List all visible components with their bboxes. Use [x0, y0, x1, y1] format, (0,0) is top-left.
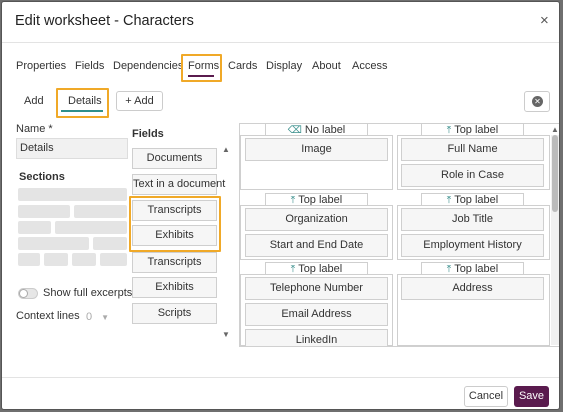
clear-button[interactable]: ✕: [524, 91, 550, 112]
form-field[interactable]: Full Name: [401, 138, 544, 161]
form-field[interactable]: Employment History: [401, 234, 544, 257]
add-form-button[interactable]: + Add: [116, 91, 163, 111]
tab-display[interactable]: Display: [266, 60, 302, 72]
details-subtab-highlight: [56, 88, 109, 118]
tab-about[interactable]: About: [312, 60, 341, 72]
context-lines-select[interactable]: 0 ▼: [82, 308, 114, 326]
form-field[interactable]: Address: [401, 277, 544, 300]
field-item[interactable]: Exhibits: [132, 277, 217, 298]
grid-scrollbar-thumb[interactable]: [552, 135, 558, 212]
chevron-down-icon: ▼: [101, 313, 110, 322]
grid-scroll-up-icon[interactable]: ▲: [551, 125, 559, 134]
tab-fields[interactable]: Fields: [75, 60, 104, 72]
field-item[interactable]: Transcripts: [132, 252, 217, 273]
save-button[interactable]: Save: [514, 386, 549, 407]
context-lines-label: Context lines: [16, 310, 80, 322]
tab-properties[interactable]: Properties: [16, 60, 66, 72]
form-field[interactable]: Start and End Date: [245, 234, 388, 257]
forms-tab-highlight: [181, 54, 222, 82]
form-field[interactable]: Email Address: [245, 303, 388, 326]
field-item[interactable]: Documents: [132, 148, 217, 169]
section-placeholder: [18, 188, 127, 201]
name-input[interactable]: Details: [16, 138, 128, 159]
form-field[interactable]: Telephone Number: [245, 277, 388, 300]
context-lines-value: 0: [86, 311, 93, 323]
section-placeholder: [18, 253, 40, 266]
tab-dependencies[interactable]: Dependencies: [113, 60, 183, 72]
name-label: Name *: [16, 123, 53, 135]
cancel-button[interactable]: Cancel: [464, 386, 508, 407]
section-placeholder: [72, 253, 96, 266]
tab-access[interactable]: Access: [352, 60, 387, 72]
section-placeholder: [93, 237, 127, 250]
section-placeholder: [100, 253, 127, 266]
grid-scrollbar[interactable]: [551, 135, 559, 345]
sections-label: Sections: [19, 171, 65, 183]
form-field[interactable]: Role in Case: [401, 164, 544, 187]
field-item[interactable]: Scripts: [132, 303, 217, 324]
section-placeholder: [74, 205, 127, 218]
form-field[interactable]: Organization: [245, 208, 388, 231]
section-placeholder: [55, 221, 127, 234]
scroll-down-icon[interactable]: ▼: [222, 330, 230, 339]
header-divider: [2, 42, 559, 43]
form-field[interactable]: LinkedIn: [245, 329, 388, 346]
field-item[interactable]: Text in a document: [132, 174, 225, 195]
clear-icon: ✕: [532, 96, 543, 107]
show-excerpts-label: Show full excerpts: [43, 287, 133, 299]
scroll-up-icon[interactable]: ▲: [222, 145, 230, 154]
show-excerpts-toggle[interactable]: [18, 288, 38, 299]
edit-worksheet-dialog: Edit worksheet - Characters × Properties…: [1, 1, 560, 410]
form-field[interactable]: Image: [245, 138, 388, 161]
subtab-add[interactable]: Add: [24, 95, 44, 107]
tab-cards[interactable]: Cards: [228, 60, 257, 72]
section-placeholder: [18, 237, 89, 250]
form-field[interactable]: Job Title: [401, 208, 544, 231]
section-placeholder: [18, 205, 70, 218]
close-icon[interactable]: ×: [540, 12, 549, 29]
fields-label: Fields: [132, 128, 164, 140]
section-placeholder: [44, 253, 68, 266]
toggle-knob: [19, 289, 28, 298]
footer-divider: [2, 377, 559, 378]
fields-highlight: [129, 196, 221, 252]
dialog-title: Edit worksheet - Characters: [15, 13, 194, 29]
section-placeholder: [18, 221, 51, 234]
